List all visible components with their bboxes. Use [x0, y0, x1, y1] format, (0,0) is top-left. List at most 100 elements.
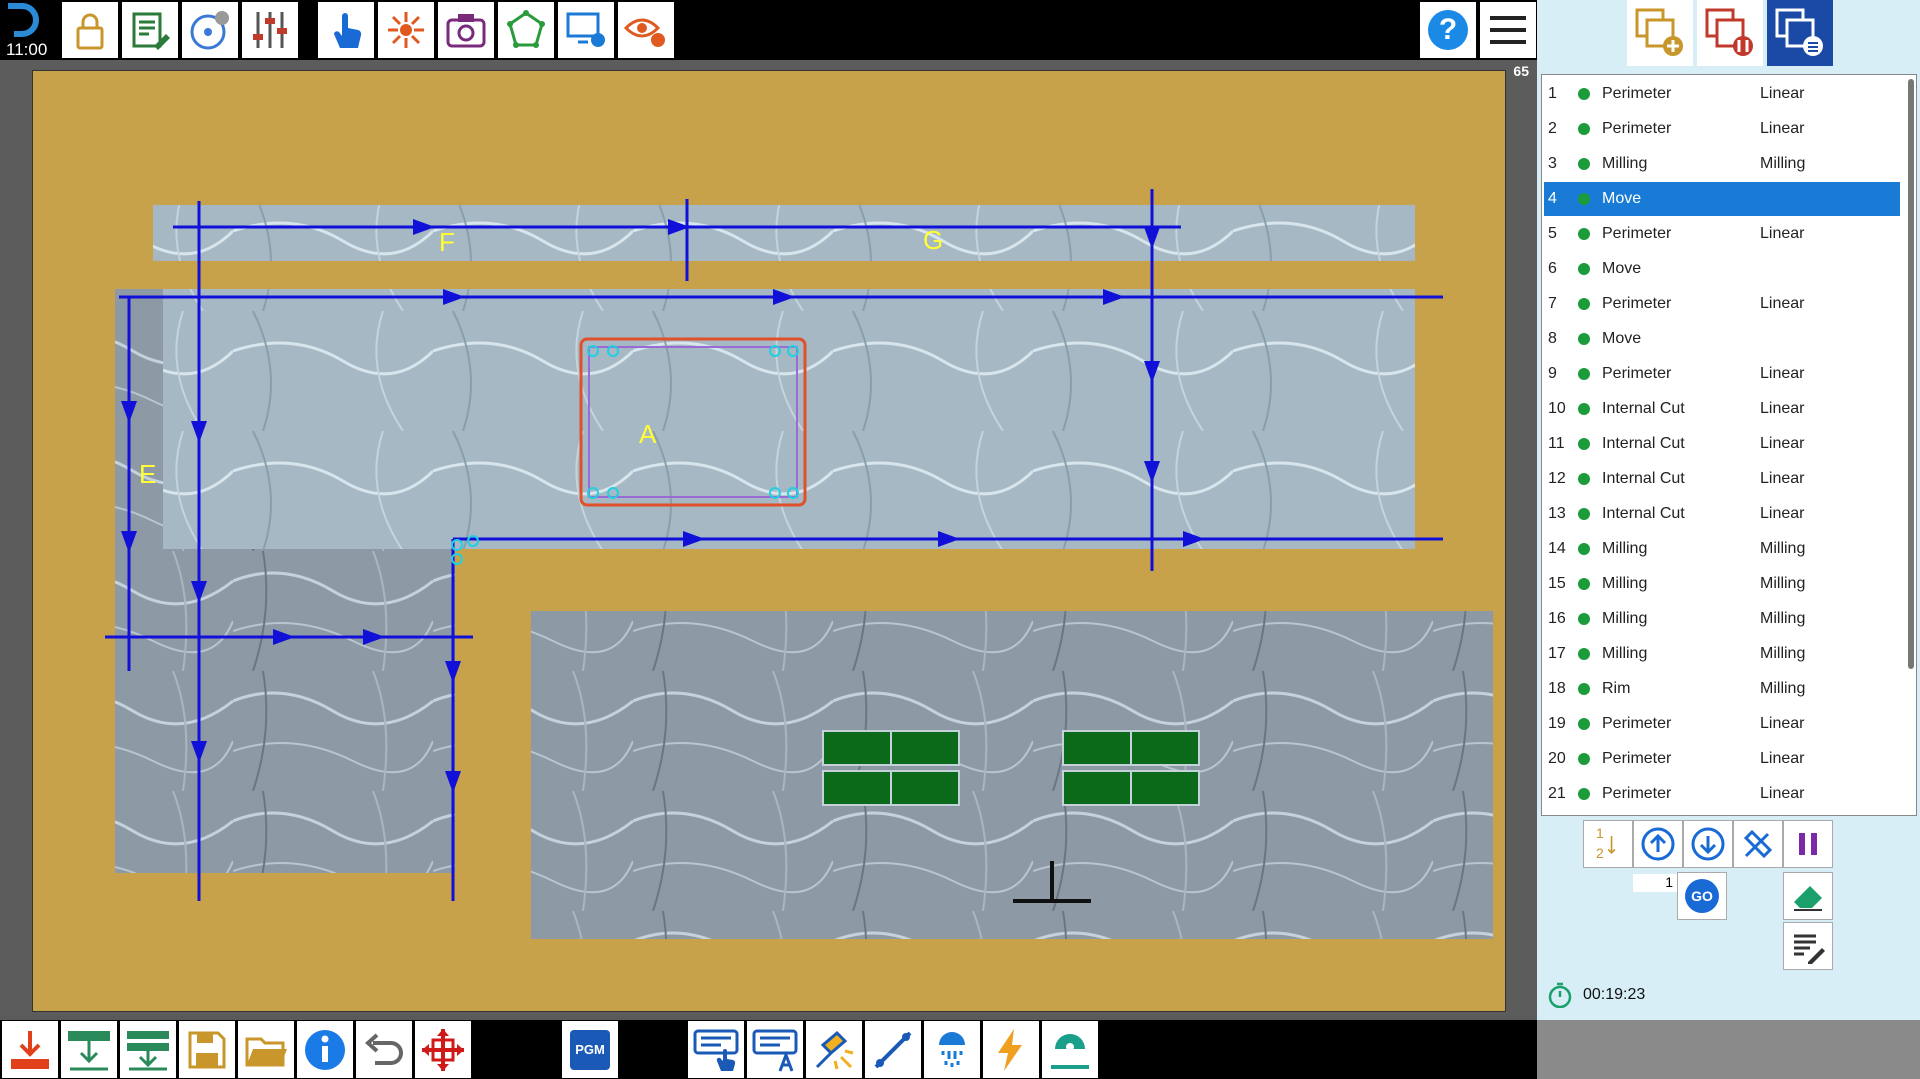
app-logo[interactable]: 11:00 — [0, 0, 58, 60]
operation-number: 16 — [1548, 610, 1566, 627]
operation-row[interactable]: 21 Perimeter Linear — [1544, 777, 1900, 811]
operation-row[interactable]: 8 Move — [1544, 322, 1900, 356]
edit-list-button[interactable] — [122, 2, 178, 58]
operation-name: Perimeter — [1602, 85, 1672, 102]
operation-row[interactable]: 2 Perimeter Linear — [1544, 112, 1900, 146]
tool-edit-button[interactable] — [1733, 820, 1783, 868]
cutting-layout[interactable]: F G E A — [33, 71, 1505, 1011]
laser-button[interactable] — [378, 2, 434, 58]
operation-row[interactable]: 9 Perimeter Linear — [1544, 357, 1900, 391]
operation-row[interactable]: 10 Internal Cut Linear — [1544, 392, 1900, 426]
sliders-button[interactable] — [242, 2, 298, 58]
operation-row[interactable]: 15 Milling Milling — [1544, 567, 1900, 601]
operation-number: 19 — [1548, 715, 1566, 732]
pgm-button[interactable]: PGM — [562, 1021, 618, 1078]
operations-scrollbar[interactable] — [1908, 79, 1914, 669]
operation-number: 5 — [1548, 225, 1557, 242]
spray-button[interactable] — [806, 1021, 862, 1078]
operation-type: Linear — [1760, 120, 1805, 137]
status-dot-icon — [1578, 788, 1590, 800]
order-bottom-label: 2 — [1596, 845, 1604, 861]
shape-icon — [507, 10, 545, 48]
operation-row[interactable]: 18 Rim Milling — [1544, 672, 1900, 706]
operation-row[interactable]: 17 Milling Milling — [1544, 637, 1900, 671]
piece-label-e: E — [139, 459, 156, 489]
operation-name: Move — [1602, 330, 1642, 347]
help-button[interactable]: ? — [1420, 2, 1476, 58]
operation-row[interactable]: 4 Move — [1544, 182, 1900, 216]
operations-list[interactable]: 1 Perimeter Linear 2 Perimeter Linear 3 Milling… — [1541, 74, 1917, 816]
operation-row[interactable]: 11 Internal Cut Linear — [1544, 427, 1900, 461]
blade-button[interactable] — [1042, 1021, 1098, 1078]
reorder-copy-button[interactable] — [1697, 0, 1763, 66]
info-button[interactable] — [297, 1021, 353, 1078]
move-down-button[interactable] — [1683, 820, 1733, 868]
operation-type: Linear — [1760, 715, 1805, 732]
operation-row[interactable]: 3 Milling Milling — [1544, 147, 1900, 181]
piece-label-a: A — [639, 419, 657, 449]
operation-row[interactable]: 6 Move — [1544, 252, 1900, 286]
operation-row[interactable]: 16 Milling Milling — [1544, 602, 1900, 636]
add-copy-button[interactable] — [1627, 0, 1693, 66]
view-settings-button[interactable] — [618, 2, 674, 58]
status-dot-icon — [1578, 683, 1590, 695]
operation-type: Milling — [1760, 155, 1806, 172]
keyboard-text-button[interactable] — [747, 1021, 803, 1078]
operation-row[interactable]: 13 Internal Cut Linear — [1544, 497, 1900, 531]
menu-button[interactable] — [1480, 2, 1536, 58]
load-table-icon — [68, 1030, 110, 1070]
open-folder-button[interactable] — [238, 1021, 294, 1078]
reorder-copy-icon — [1705, 8, 1753, 56]
operation-row[interactable]: 20 Perimeter Linear — [1544, 742, 1900, 776]
operation-name: Milling — [1602, 540, 1648, 557]
arrow-up-circle-icon — [1641, 827, 1675, 861]
operation-number: 14 — [1548, 540, 1566, 557]
save-button[interactable] — [179, 1021, 235, 1078]
water-button[interactable] — [924, 1021, 980, 1078]
move-up-button[interactable] — [1633, 820, 1683, 868]
canvas-area[interactable]: 65 F G E A — [0, 60, 1537, 1016]
operation-number: 10 — [1548, 400, 1566, 417]
unload-table-button[interactable] — [120, 1021, 176, 1078]
zoom-level: 65 — [1513, 63, 1529, 79]
operation-row[interactable]: 1 Perimeter Linear — [1544, 77, 1900, 111]
operation-type: Linear — [1760, 750, 1805, 767]
go-button[interactable]: GO — [1677, 872, 1727, 920]
move-cross-button[interactable] — [415, 1021, 471, 1078]
operation-row[interactable]: 7 Perimeter Linear — [1544, 287, 1900, 321]
move-cross-icon — [422, 1028, 464, 1071]
operation-row[interactable]: 5 Perimeter Linear — [1544, 217, 1900, 251]
load-table-button[interactable] — [61, 1021, 117, 1078]
erase-button[interactable] — [1783, 872, 1833, 920]
operation-number: 9 — [1548, 365, 1557, 382]
operation-number: 11 — [1548, 435, 1565, 452]
order-button[interactable]: 1 2 — [1583, 820, 1633, 868]
operation-name: Internal Cut — [1602, 400, 1685, 417]
status-dot-icon — [1578, 753, 1590, 765]
download-button[interactable] — [2, 1021, 58, 1078]
disk-settings-button[interactable] — [182, 2, 238, 58]
undo-button[interactable] — [356, 1021, 412, 1078]
bottom-toolbar: PGM — [0, 1020, 1537, 1079]
touch-button[interactable] — [318, 2, 374, 58]
slab-left-narrow — [115, 289, 163, 873]
operation-row[interactable]: 12 Internal Cut Linear — [1544, 462, 1900, 496]
step-number-input[interactable]: 1 — [1633, 874, 1677, 892]
status-dot-icon — [1578, 368, 1590, 380]
camera-button[interactable] — [438, 2, 494, 58]
operation-row[interactable]: 19 Perimeter Linear — [1544, 707, 1900, 741]
edit-notes-button[interactable] — [1783, 922, 1833, 970]
power-button[interactable] — [983, 1021, 1039, 1078]
shape-button[interactable] — [498, 2, 554, 58]
display-settings-button[interactable] — [558, 2, 614, 58]
keyboard-touch-button[interactable] — [688, 1021, 744, 1078]
line-tool-icon — [874, 1031, 912, 1068]
lock-button[interactable] — [62, 2, 118, 58]
sliders-icon — [253, 12, 287, 48]
operation-row[interactable]: 14 Milling Milling — [1544, 532, 1900, 566]
line-tool-button[interactable] — [865, 1021, 921, 1078]
list-copy-button[interactable] — [1767, 0, 1833, 66]
work-table[interactable]: F G E A — [32, 70, 1506, 1012]
operation-name: Perimeter — [1602, 120, 1672, 137]
pause-button[interactable] — [1783, 820, 1833, 868]
